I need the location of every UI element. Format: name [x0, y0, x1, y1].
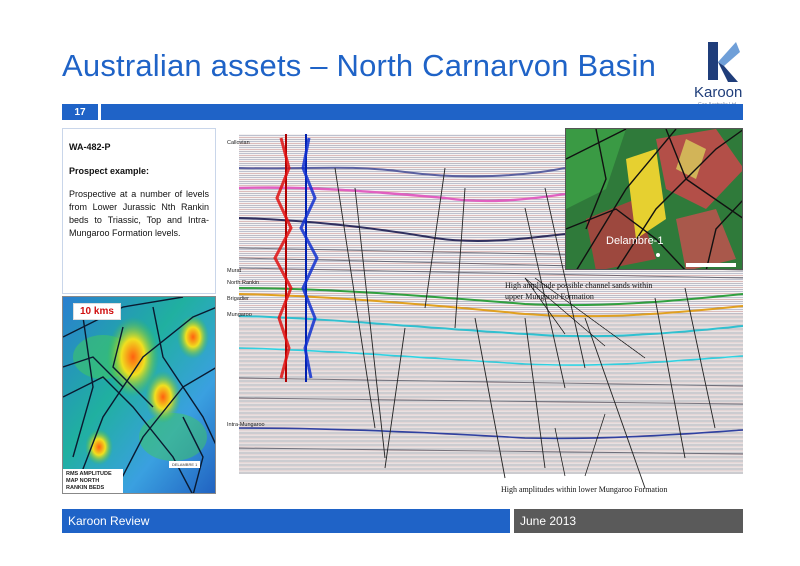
- prospect-text-panel: WA-482-P Prospect example: Prospective a…: [62, 128, 216, 294]
- map-caption: RMS AMPLITUDE MAP NORTH RANKIN BEDS: [63, 469, 123, 493]
- seismic-inset-map: Delambre-1: [565, 128, 743, 270]
- footer-right: June 2013: [514, 509, 743, 533]
- prospect-heading: Prospect example:: [69, 166, 150, 176]
- horizon-label-brigadier: Brigadier: [227, 296, 250, 302]
- map-well-label: DELAMBRE 1: [169, 461, 201, 468]
- permit-label: WA-482-P: [69, 142, 111, 152]
- title-divider-bar: [101, 104, 743, 120]
- map-scale-label: 10 kms: [73, 303, 121, 320]
- karoon-logo-icon: [708, 42, 740, 82]
- horizon-label-mungaroo: Mungaroo: [227, 312, 252, 318]
- horizon-label-callovian: Callovian: [227, 140, 250, 146]
- horizon-label-murat: Murat: [227, 268, 242, 274]
- prospect-description: Prospective at a number of levels from L…: [69, 189, 209, 238]
- inset-well-label: Delambre-1: [606, 235, 664, 247]
- horizon-label-intra-mungaroo: Intra-Mungaroo: [227, 422, 265, 428]
- footer-left: Karoon Review: [62, 509, 510, 533]
- slide-title: Australian assets – North Carnarvon Basi…: [62, 48, 657, 83]
- page-number: 17: [62, 104, 98, 120]
- annotation-upper-mungaroo: High amplitude possible channel sands wi…: [505, 281, 653, 301]
- horizon-label-north-rankin: North Rankin: [227, 280, 260, 286]
- rms-amplitude-map: 10 kms DELAMBRE 1 RMS AMPLITUDE MAP NORT…: [62, 296, 216, 494]
- logo-name: Karoon: [694, 84, 743, 101]
- karoon-logo: Karoon Gas Australia Ltd: [684, 40, 760, 110]
- annotation-lower-mungaroo: High amplitudes within lower Mungaroo Fo…: [501, 485, 668, 494]
